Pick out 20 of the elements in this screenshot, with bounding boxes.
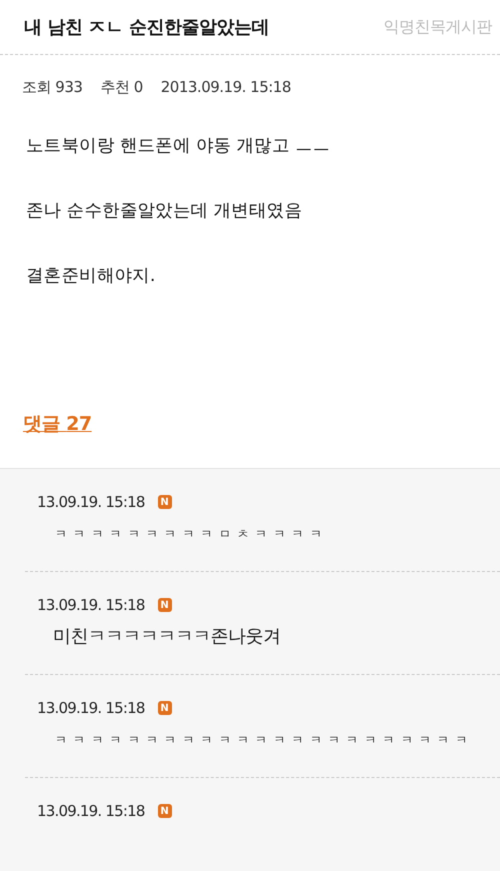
comments-link[interactable]: 댓글 27: [23, 411, 92, 451]
view-count: 조회 933: [22, 78, 82, 96]
comment-text: 미친ㅋㅋㅋㅋㅋㅋㅋ존나웃겨: [53, 626, 280, 648]
new-badge: N: [158, 804, 172, 818]
recommend-count: 추천 0: [100, 78, 143, 96]
new-badge: N: [158, 495, 172, 509]
comment-text: ㅋㅋㅋㅋㅋㅋㅋㅋㅋㅋㅋㅋㅋㅋㅋㅋㅋㅋㅋㅋㅋㅋㅋ: [55, 732, 474, 749]
post-paragraph: 노트북이랑 핸드폰에 야동 개많고 ㅡㅡ: [26, 135, 332, 157]
new-badge: N: [158, 598, 172, 612]
post-paragraph: 존나 순수한줄알았는데 개변태였음: [26, 200, 304, 222]
new-badge: N: [158, 701, 172, 715]
board-name[interactable]: 익명친목게시판: [384, 16, 492, 38]
comment-date: 13.09.19. 15:18: [37, 802, 145, 820]
comment-date: 13.09.19. 15:18: [37, 493, 145, 511]
comment-text: ㅋㅋㅋㅋㅋㅋㅋㅋㅋㅁㅊㅋㅋㅋㅋ: [55, 526, 328, 543]
comment-date: 13.09.19. 15:18: [37, 699, 145, 717]
comment-date: 13.09.19. 15:18: [37, 596, 145, 614]
post-title: 내 남친 ㅈㄴ 순진한줄알았는데: [24, 16, 269, 39]
post-date: 2013.09.19. 15:18: [160, 78, 291, 96]
post-paragraph: 결혼준비해야지.: [26, 265, 156, 287]
